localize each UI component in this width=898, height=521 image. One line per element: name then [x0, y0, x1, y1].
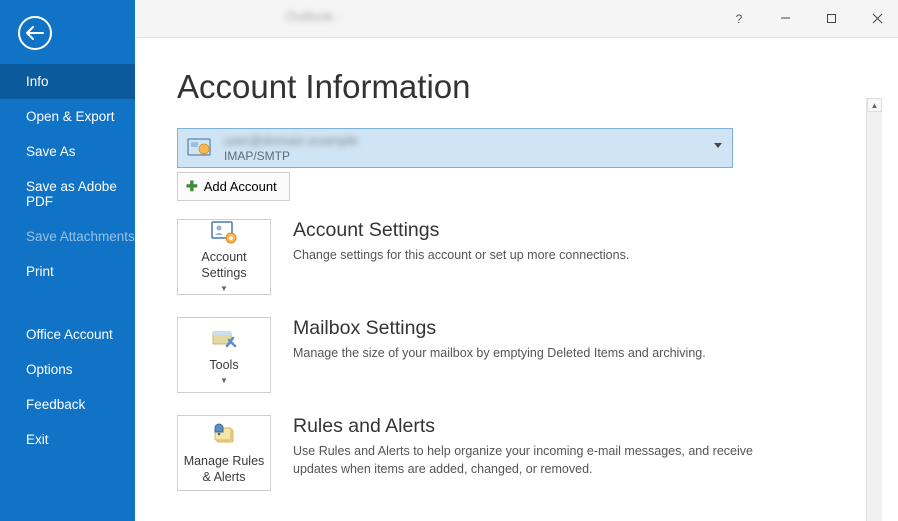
sidebar-item-label: Exit: [26, 432, 49, 447]
section-body: Change settings for this account or set …: [293, 246, 629, 264]
add-account-button[interactable]: ✚ Add Account: [177, 172, 290, 201]
section-rules-alerts: Manage Rules & Alerts Rules and Alerts U…: [177, 415, 882, 491]
sidebar-item-info[interactable]: Info: [0, 64, 135, 99]
backstage-sidebar: Info Open & Export Save As Save as Adobe…: [0, 0, 135, 521]
account-selector[interactable]: user@domain.example IMAP/SMTP: [177, 128, 733, 168]
titlebar: Outlook - ?: [135, 0, 898, 38]
scrollbar[interactable]: ▲: [866, 98, 882, 521]
rules-alerts-icon: [209, 420, 239, 450]
sidebar-item-label: Open & Export: [26, 109, 115, 124]
chevron-down-icon: ▼: [220, 376, 228, 386]
plus-icon: ✚: [186, 178, 198, 195]
add-account-label: Add Account: [204, 179, 277, 194]
sidebar-item-save-attachments: Save Attachments: [0, 219, 135, 254]
section-body: Manage the size of your mailbox by empty…: [293, 344, 706, 362]
section-heading: Mailbox Settings: [293, 317, 706, 340]
section-heading: Account Settings: [293, 219, 629, 242]
main-panel: ▲ Account Information user@domain.exampl…: [135, 38, 882, 521]
tile-label: Tools: [209, 358, 238, 374]
sidebar-item-label: Print: [26, 264, 54, 279]
maximize-button[interactable]: [818, 6, 844, 32]
minimize-button[interactable]: [772, 6, 798, 32]
page-title: Account Information: [177, 68, 882, 106]
sidebar-item-label: Options: [26, 362, 73, 377]
account-protocol: IMAP/SMTP: [224, 149, 358, 163]
section-mailbox-settings: Tools ▼ Mailbox Settings Manage the size…: [177, 317, 882, 393]
sidebar-item-print[interactable]: Print: [0, 254, 135, 289]
sidebar-item-label: Save Attachments: [26, 229, 135, 244]
section-account-settings: Account Settings ▼ Account Settings Chan…: [177, 219, 882, 295]
account-settings-icon: [209, 220, 239, 246]
sidebar-item-label: Feedback: [26, 397, 85, 412]
tile-manage-rules[interactable]: Manage Rules & Alerts: [177, 415, 271, 491]
account-email-blurred: user@domain.example: [224, 134, 358, 147]
sidebar-item-label: Save as Adobe PDF: [26, 179, 117, 209]
tile-label: Account Settings: [182, 250, 266, 281]
tile-tools[interactable]: Tools ▼: [177, 317, 271, 393]
sidebar-item-label: Office Account: [26, 327, 113, 342]
close-button[interactable]: [864, 6, 890, 32]
minimize-icon: [780, 13, 791, 24]
chevron-down-icon: [714, 143, 722, 148]
sidebar-item-label: Save As: [26, 144, 76, 159]
sidebar-item-save-as[interactable]: Save As: [0, 134, 135, 169]
sidebar-spacer: [0, 289, 135, 317]
section-body: Use Rules and Alerts to help organize yo…: [293, 442, 753, 478]
scroll-up-icon[interactable]: ▲: [867, 98, 882, 112]
close-icon: [872, 13, 883, 24]
back-arrow-icon: [26, 26, 44, 40]
sidebar-item-office-account[interactable]: Office Account: [0, 317, 135, 352]
sidebar-item-feedback[interactable]: Feedback: [0, 387, 135, 422]
tile-account-settings[interactable]: Account Settings ▼: [177, 219, 271, 295]
sidebar-item-exit[interactable]: Exit: [0, 422, 135, 457]
help-button[interactable]: ?: [726, 6, 752, 32]
sidebar-item-save-as-pdf[interactable]: Save as Adobe PDF: [0, 169, 135, 219]
sidebar-item-label: Info: [26, 74, 49, 89]
sidebar-item-options[interactable]: Options: [0, 352, 135, 387]
sidebar-item-open-export[interactable]: Open & Export: [0, 99, 135, 134]
section-heading: Rules and Alerts: [293, 415, 753, 438]
window-title-blurred: Outlook -: [285, 8, 342, 24]
account-card-icon: [184, 134, 216, 162]
tile-label: Manage Rules & Alerts: [182, 454, 266, 485]
help-icon: ?: [736, 12, 743, 26]
maximize-icon: [826, 13, 837, 24]
tools-icon: [209, 324, 239, 354]
back-button[interactable]: [18, 16, 52, 50]
chevron-down-icon: ▼: [220, 284, 228, 294]
